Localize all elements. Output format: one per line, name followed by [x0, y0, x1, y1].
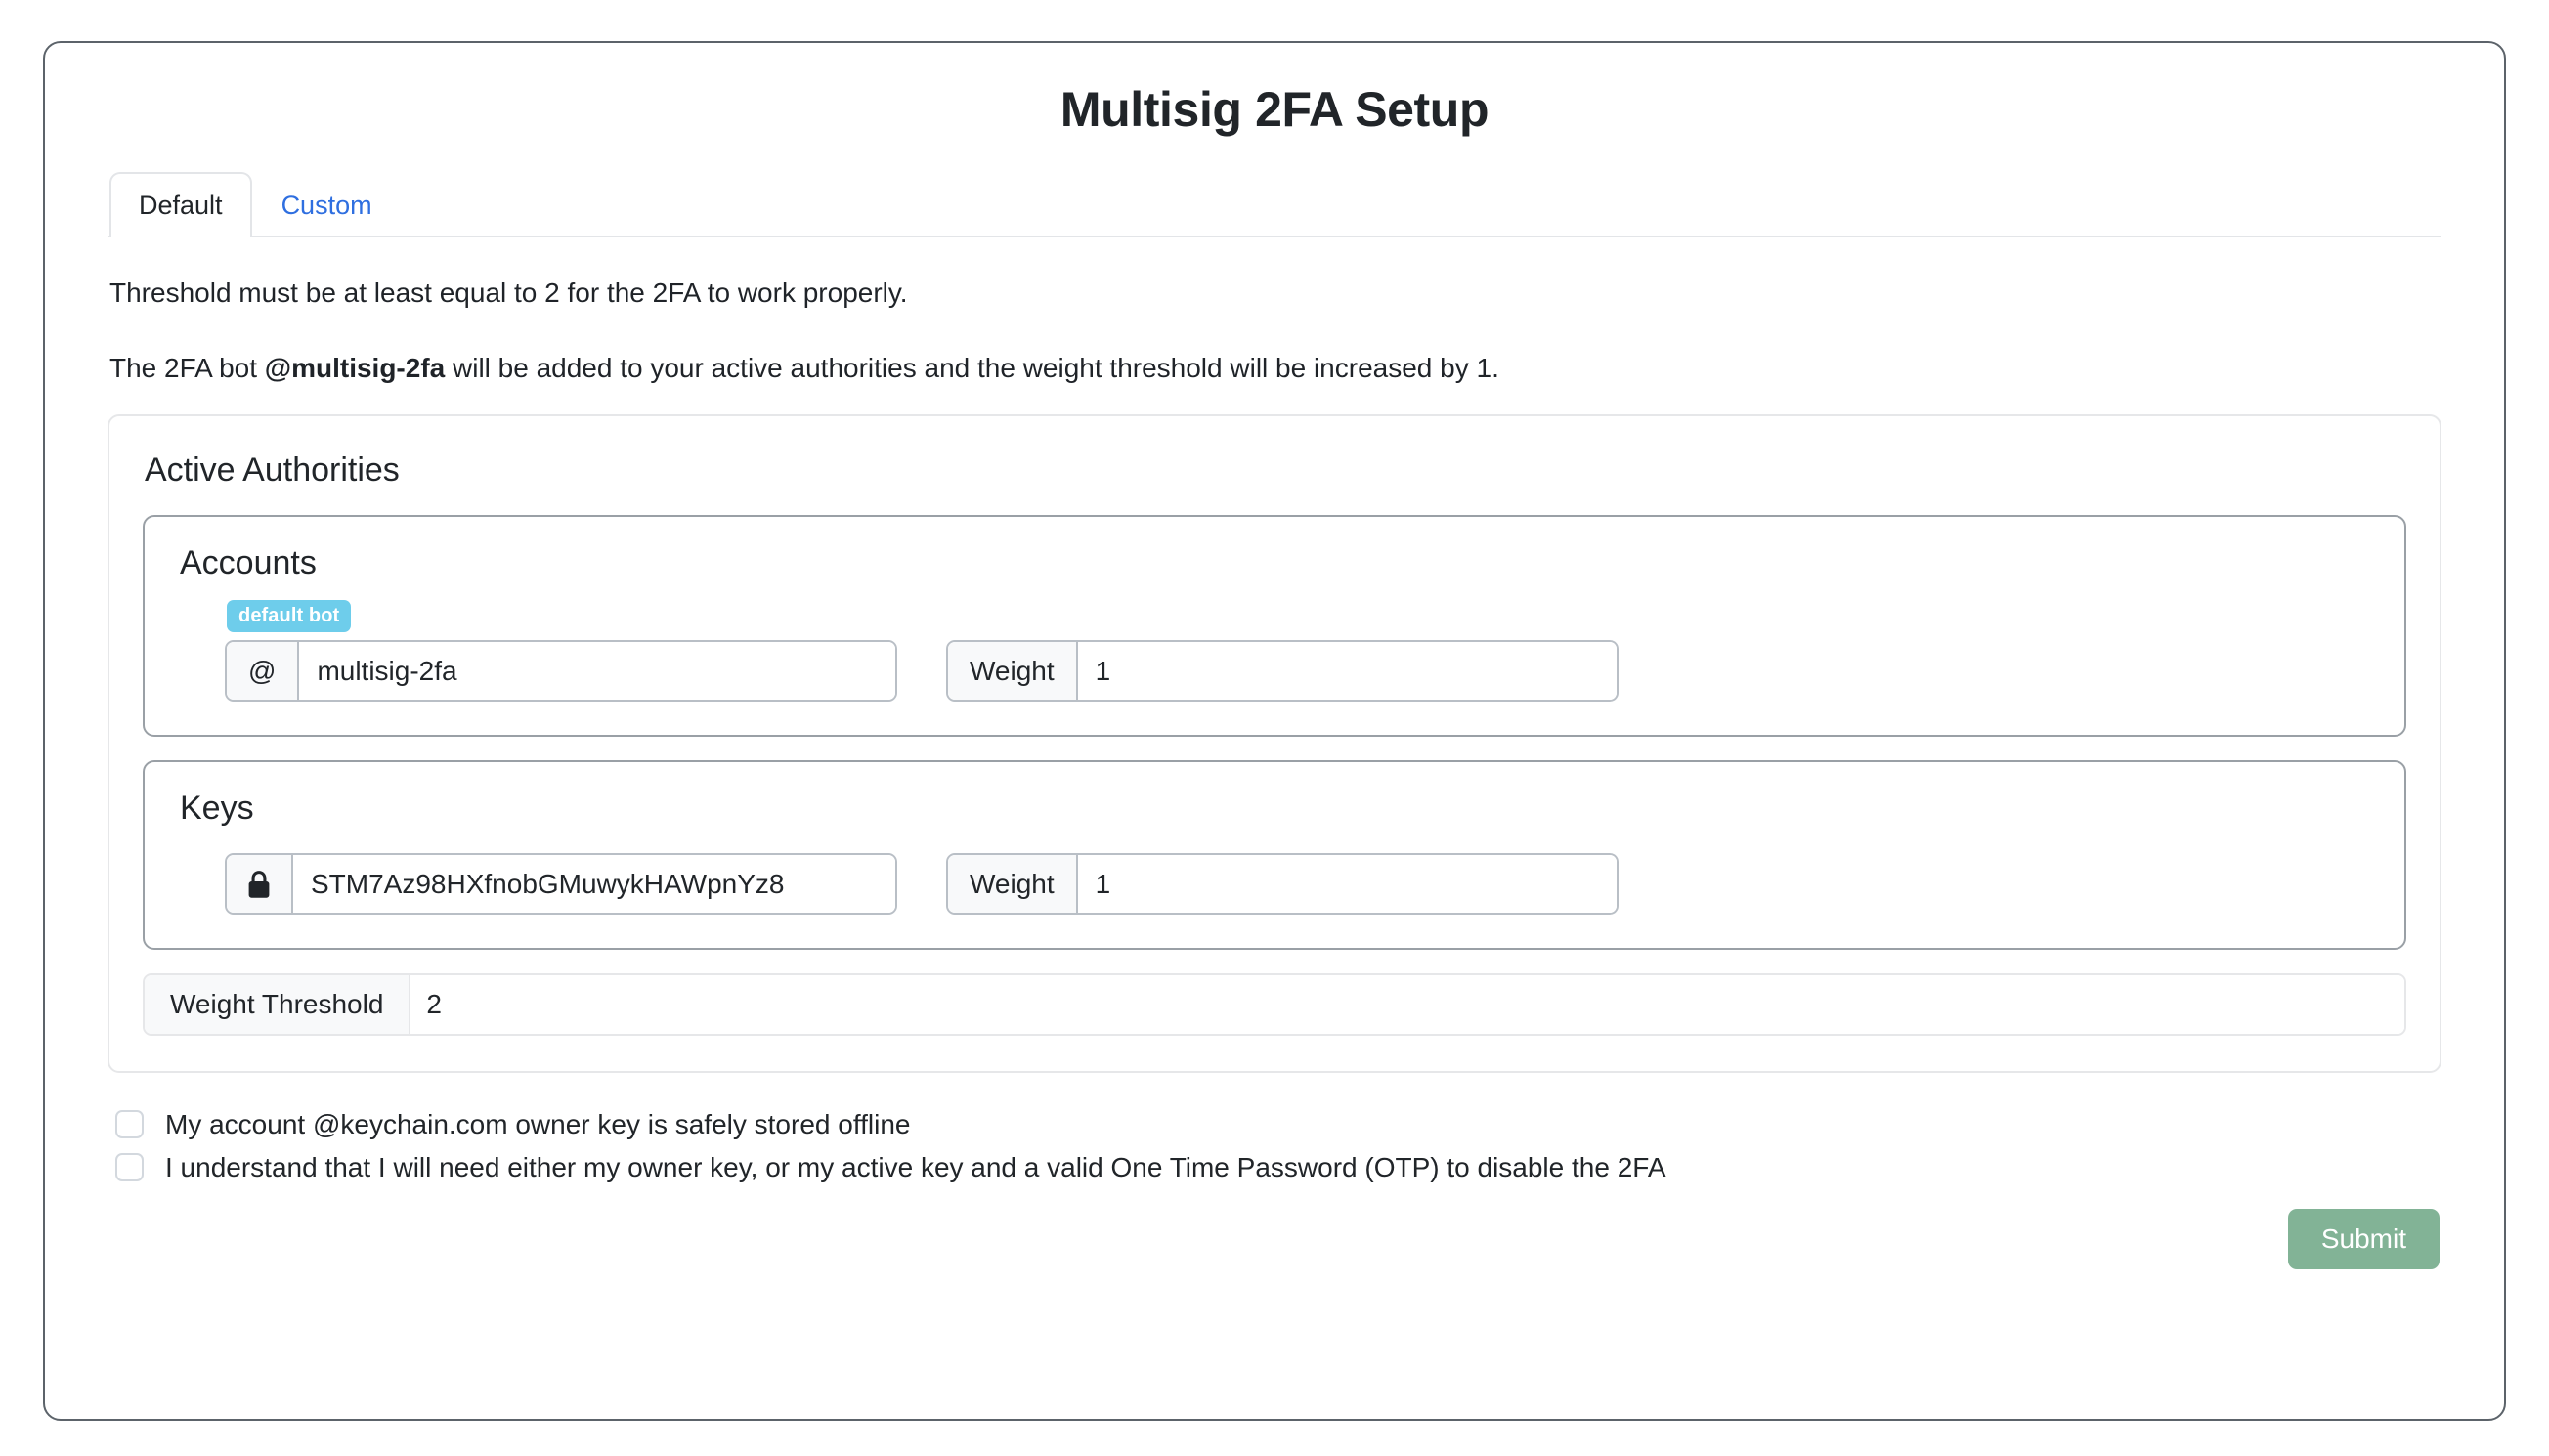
multisig-setup-card: Multisig 2FA Setup Default Custom Thresh…	[43, 41, 2506, 1421]
submit-bar: Submit	[108, 1209, 2441, 1270]
confirmation-row-owner-key: My account @keychain.com owner key is sa…	[115, 1108, 2441, 1141]
account-row: @ Weight	[225, 640, 2371, 703]
tab-bar: Default Custom	[108, 171, 2441, 237]
confirmation-label-owner-key[interactable]: My account @keychain.com owner key is sa…	[165, 1108, 910, 1141]
active-authorities-panel: Active Authorities Accounts default bot …	[108, 414, 2441, 1074]
checkbox-owner-key-offline[interactable]	[115, 1110, 144, 1139]
weight-threshold-group[interactable]: Weight Threshold	[143, 973, 2406, 1037]
app-root: Multisig 2FA Setup Default Custom Thresh…	[0, 0, 2549, 1456]
bot-note: The 2FA bot @multisig-2fa will be added …	[109, 350, 2441, 387]
threshold-note: Threshold must be at least equal to 2 fo…	[109, 277, 908, 308]
confirmation-row-disable-2fa: I understand that I will need either my …	[115, 1151, 2441, 1184]
submit-button[interactable]: Submit	[2287, 1209, 2440, 1270]
keys-group: Keys Weight	[143, 760, 2406, 951]
keys-title: Keys	[180, 790, 254, 828]
accounts-title: Accounts	[180, 544, 317, 582]
active-authorities-title: Active Authorities	[145, 451, 400, 490]
weight-threshold-input[interactable]	[410, 975, 2404, 1035]
at-symbol-icon: @	[227, 642, 300, 701]
bot-note-prefix: The 2FA bot	[109, 353, 265, 384]
account-weight-input-group[interactable]: Weight	[946, 640, 1619, 703]
account-weight-input[interactable]	[1077, 642, 1617, 701]
key-weight-input-group[interactable]: Weight	[946, 853, 1619, 916]
weight-threshold-label: Weight Threshold	[145, 975, 411, 1035]
public-key-input[interactable]	[293, 855, 895, 914]
key-row: Weight	[225, 853, 2371, 916]
lock-icon	[227, 855, 293, 914]
tab-default[interactable]: Default	[109, 171, 252, 237]
key-weight-input[interactable]	[1077, 855, 1617, 914]
bot-note-name: @multisig-2fa	[264, 353, 446, 384]
account-input-group[interactable]: @	[225, 640, 897, 703]
tab-custom[interactable]: Custom	[252, 172, 402, 237]
account-name-input[interactable]	[299, 642, 895, 701]
accounts-group: Accounts default bot @ Weight	[143, 515, 2406, 738]
account-weight-label: Weight	[948, 642, 1078, 701]
confirmation-list: My account @keychain.com owner key is sa…	[108, 1108, 2441, 1183]
confirmation-label-disable-2fa[interactable]: I understand that I will need either my …	[165, 1151, 1666, 1184]
bot-note-suffix: will be added to your active authorities…	[445, 353, 1499, 384]
badge-wrapper: default bot	[227, 600, 2371, 633]
default-bot-badge: default bot	[227, 600, 352, 633]
key-input-group[interactable]	[225, 853, 897, 916]
checkbox-understand-disable[interactable]	[115, 1152, 144, 1181]
page-title: Multisig 2FA Setup	[1059, 82, 1490, 137]
key-weight-label: Weight	[948, 855, 1078, 914]
